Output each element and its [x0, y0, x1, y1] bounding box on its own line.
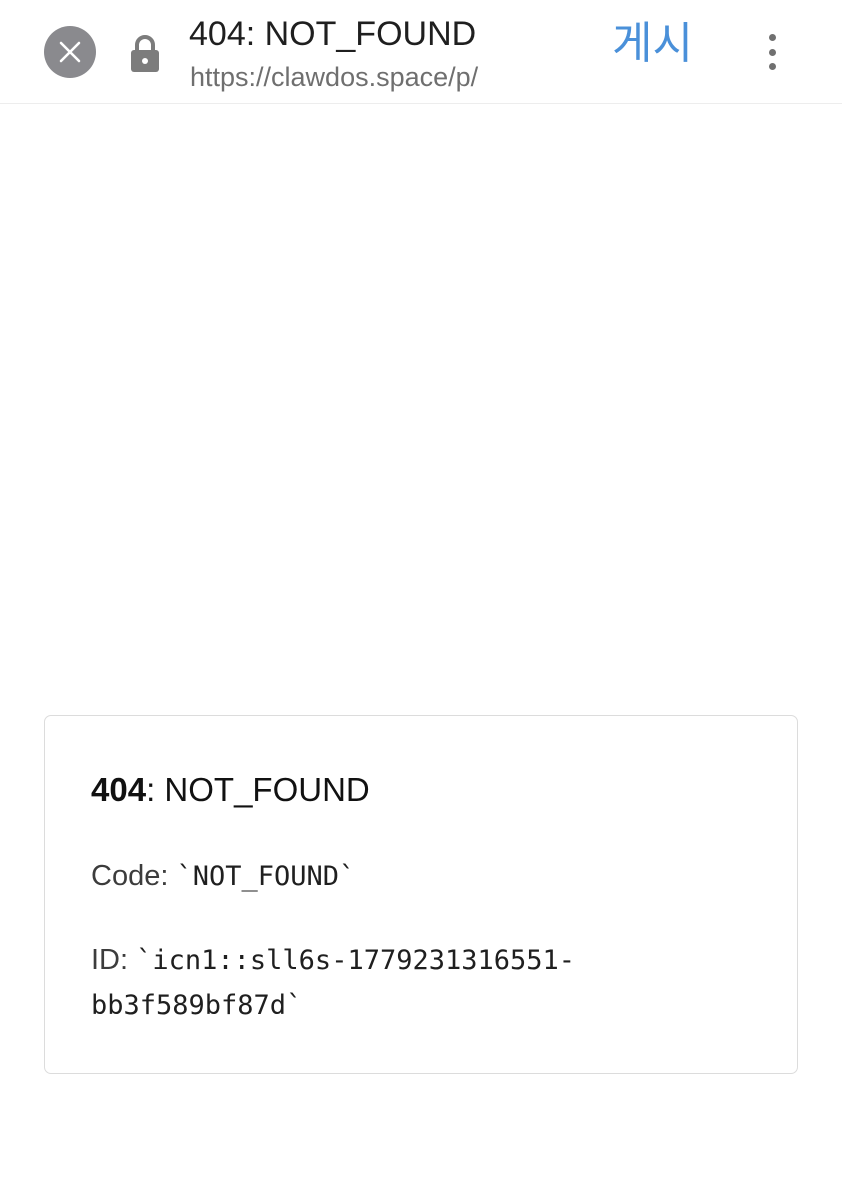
browser-top-bar: 404: NOT_FOUND https://clawdos.space/p/ …: [0, 0, 842, 104]
error-id-value-line2: bb3f589bf87d`: [91, 990, 303, 1021]
error-id-line-continued: bb3f589bf87d`: [91, 983, 302, 1033]
close-icon: [59, 41, 81, 63]
error-status-code: 404: [91, 771, 147, 808]
more-vert-icon-dot: [768, 63, 776, 70]
page-title: 404: NOT_FOUND: [189, 15, 477, 53]
close-button[interactable]: [44, 26, 96, 78]
error-status-separator: :: [146, 771, 165, 808]
page-url: https://clawdos.space/p/: [190, 62, 479, 92]
error-id-label: ID:: [91, 944, 137, 976]
error-status-text: NOT_FOUND: [164, 771, 370, 808]
error-code-value: `NOT_FOUND`: [176, 861, 356, 892]
error-code-label: Code:: [91, 860, 177, 892]
error-code-line: Code: `NOT_FOUND`: [91, 853, 355, 900]
error-card: 404: NOT_FOUND Code: `NOT_FOUND` ID: `ic…: [44, 715, 798, 1074]
error-heading: 404: NOT_FOUND: [91, 771, 370, 809]
more-vert-icon: [768, 34, 776, 41]
post-button[interactable]: 게시: [612, 16, 693, 72]
lock-icon: [131, 35, 159, 72]
more-options-button[interactable]: [756, 30, 788, 74]
error-id-value-line1: `icn1::sll6s-1779231316551-: [136, 945, 576, 976]
more-vert-icon-dot: [768, 48, 776, 56]
post-button-label: 게시: [612, 18, 693, 69]
error-id-line: ID: `icn1::sll6s-1779231316551-: [91, 937, 575, 984]
